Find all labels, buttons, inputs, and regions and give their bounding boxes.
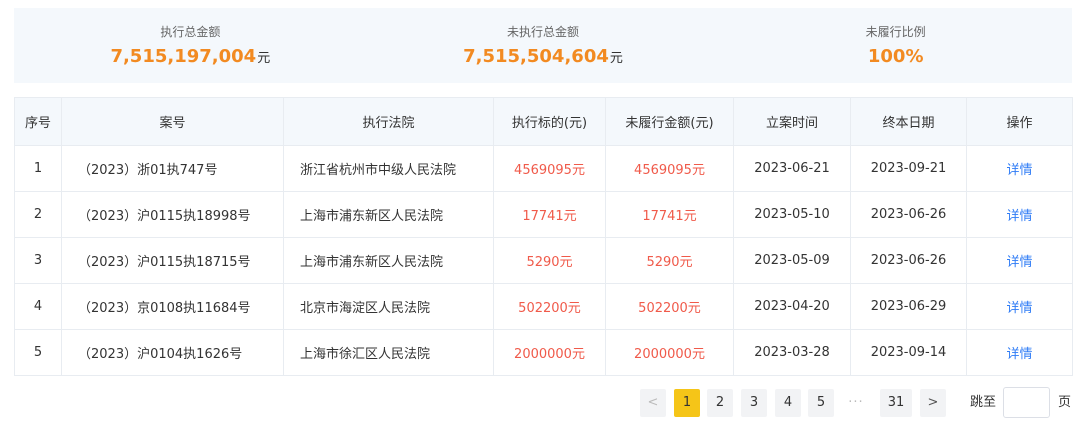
- summary-unexecuted-amount: 未执行总金额 7,515,504,604元: [367, 8, 720, 83]
- column-header-index: 序号: [14, 97, 62, 146]
- summary-total-amount: 执行总金额 7,515,197,004元: [14, 8, 367, 83]
- cell-court: 浙江省杭州市中级人民法院: [283, 145, 494, 192]
- page-button-1[interactable]: 1: [674, 389, 700, 417]
- page-button-5[interactable]: 5: [808, 389, 834, 417]
- cell-filed-date: 2023-03-28: [733, 329, 851, 376]
- column-header-court: 执行法院: [283, 97, 494, 146]
- cell-case-no: （2023）沪0104执1626号: [61, 329, 284, 376]
- page-button-4[interactable]: 4: [775, 389, 801, 417]
- summary-number: 100%: [867, 46, 924, 67]
- page-button-last[interactable]: 31: [880, 389, 912, 417]
- cell-filed-date: 2023-05-10: [733, 191, 851, 238]
- cell-case-no: （2023）浙01执747号: [61, 145, 284, 192]
- table-row: 1 （2023）浙01执747号 浙江省杭州市中级人民法院 4569095元 4…: [14, 145, 1073, 192]
- jump-page-input[interactable]: [1003, 387, 1050, 418]
- column-header-case-no: 案号: [61, 97, 284, 146]
- detail-link[interactable]: 详情: [966, 145, 1073, 192]
- cell-filed-date: 2023-04-20: [733, 283, 851, 330]
- cell-case-no: （2023）沪0115执18715号: [61, 237, 284, 284]
- summary-number: 7,515,197,004: [110, 46, 257, 67]
- column-header-target-amount: 执行标的(元): [493, 97, 606, 146]
- table-row: 4 （2023）京0108执11684号 北京市海淀区人民法院 502200元 …: [14, 283, 1073, 330]
- cell-unpaid-amount: 502200元: [605, 283, 734, 330]
- pagination-ellipsis[interactable]: ···: [843, 389, 869, 417]
- cell-target-amount: 502200元: [493, 283, 606, 330]
- cell-index: 4: [14, 283, 62, 330]
- chevron-right-icon[interactable]: >: [920, 389, 946, 417]
- column-header-action: 操作: [966, 97, 1073, 146]
- cell-index: 1: [14, 145, 62, 192]
- cell-unpaid-amount: 17741元: [605, 191, 734, 238]
- summary-value: 7,515,504,604元: [463, 45, 623, 71]
- cases-table: 序号 案号 执行法院 执行标的(元) 未履行金额(元) 立案时间 终本日期 操作…: [14, 97, 1073, 376]
- cell-court: 上海市徐汇区人民法院: [283, 329, 494, 376]
- summary-number: 7,515,504,604: [463, 46, 609, 67]
- cell-closed-date: 2023-09-21: [850, 145, 967, 192]
- cell-unpaid-amount: 5290元: [605, 237, 734, 284]
- table-row: 3 （2023）沪0115执18715号 上海市浦东新区人民法院 5290元 5…: [14, 237, 1073, 284]
- cell-case-no: （2023）京0108执11684号: [61, 283, 284, 330]
- page-button-2[interactable]: 2: [707, 389, 733, 417]
- detail-link[interactable]: 详情: [966, 329, 1073, 376]
- detail-link[interactable]: 详情: [966, 237, 1073, 284]
- page-button-3[interactable]: 3: [741, 389, 767, 417]
- cell-closed-date: 2023-09-14: [850, 329, 967, 376]
- cell-case-no: （2023）沪0115执18998号: [61, 191, 284, 238]
- column-header-closed-date: 终本日期: [850, 97, 967, 146]
- column-header-filed-date: 立案时间: [733, 97, 851, 146]
- table-row: 5 （2023）沪0104执1626号 上海市徐汇区人民法院 2000000元 …: [14, 329, 1073, 376]
- cell-index: 2: [14, 191, 62, 238]
- summary-unit: 元: [257, 51, 271, 66]
- cell-unpaid-amount: 2000000元: [605, 329, 734, 376]
- cell-target-amount: 17741元: [493, 191, 606, 238]
- cell-closed-date: 2023-06-29: [850, 283, 967, 330]
- cell-target-amount: 5290元: [493, 237, 606, 284]
- summary-label: 未执行总金额: [507, 25, 580, 39]
- cell-index: 5: [14, 329, 62, 376]
- detail-link[interactable]: 详情: [966, 191, 1073, 238]
- cell-filed-date: 2023-05-09: [733, 237, 851, 284]
- column-header-unpaid-amount: 未履行金额(元): [605, 97, 734, 146]
- pagination: < 1 2 3 4 5 ··· 31 > 跳至 页: [0, 387, 1080, 418]
- cell-closed-date: 2023-06-26: [850, 237, 967, 284]
- cell-court: 上海市浦东新区人民法院: [283, 237, 494, 284]
- cell-index: 3: [14, 237, 62, 284]
- summary-label: 未履行比例: [865, 25, 926, 39]
- cell-closed-date: 2023-06-26: [850, 191, 967, 238]
- summary-value: 7,515,197,004元: [110, 45, 270, 71]
- cell-target-amount: 2000000元: [493, 329, 606, 376]
- table-row: 2 （2023）沪0115执18998号 上海市浦东新区人民法院 17741元 …: [14, 191, 1073, 238]
- cell-court: 上海市浦东新区人民法院: [283, 191, 494, 238]
- chevron-left-icon[interactable]: <: [640, 389, 666, 417]
- summary-panel: 执行总金额 7,515,197,004元 未执行总金额 7,515,504,60…: [14, 8, 1072, 83]
- table-header-row: 序号 案号 执行法院 执行标的(元) 未履行金额(元) 立案时间 终本日期 操作: [14, 97, 1073, 146]
- jump-suffix: 页: [1058, 395, 1072, 410]
- summary-label: 执行总金额: [160, 25, 221, 39]
- cell-filed-date: 2023-06-21: [733, 145, 851, 192]
- cell-unpaid-amount: 4569095元: [605, 145, 734, 192]
- summary-unit: 元: [609, 51, 623, 66]
- cell-court: 北京市海淀区人民法院: [283, 283, 494, 330]
- jump-label: 跳至: [970, 395, 997, 410]
- detail-link[interactable]: 详情: [966, 283, 1073, 330]
- summary-unfulfilled-ratio: 未履行比例 100%: [719, 8, 1072, 83]
- summary-value: 100%: [868, 45, 924, 69]
- cell-target-amount: 4569095元: [493, 145, 606, 192]
